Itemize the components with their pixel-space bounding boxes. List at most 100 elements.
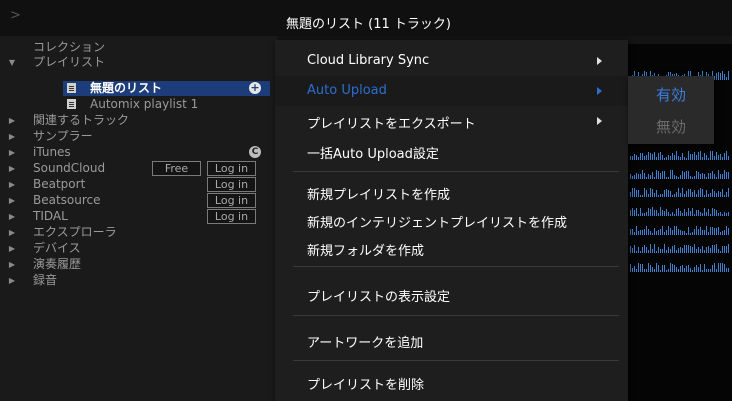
waveform-bar <box>646 226 647 235</box>
menu-item-cloud-library-sync[interactable]: Cloud Library Sync <box>275 46 628 76</box>
waveform-bar <box>696 194 697 197</box>
expand-arrow-icon[interactable] <box>7 129 17 144</box>
expand-arrow-icon[interactable] <box>7 241 17 256</box>
menu-item-new-intelligent-playlist[interactable]: 新規のインテリジェントプレイリストを作成 <box>275 205 628 235</box>
waveform-bar <box>716 152 717 160</box>
expand-arrow-icon[interactable] <box>7 161 17 176</box>
waveform-bar <box>684 209 685 216</box>
sidebar-item-untitled-list[interactable]: 無題のリスト + <box>63 81 270 96</box>
expand-arrow-icon[interactable] <box>7 145 17 160</box>
waveform-bar <box>708 194 709 197</box>
submenu-item-disabled[interactable]: 無効 <box>628 112 714 142</box>
menu-item-bulk-auto-upload[interactable]: 一括Auto Upload設定 <box>275 136 628 166</box>
sidebar-item-collection[interactable]: コレクション <box>0 40 278 55</box>
menu-item-auto-upload[interactable]: Auto Upload <box>275 76 628 106</box>
waveform-bar <box>728 244 729 253</box>
sidebar-item-devices[interactable]: デバイス <box>0 241 278 256</box>
waveform-bar <box>720 263 721 272</box>
submenu-item-enabled[interactable]: 有効 <box>628 80 714 110</box>
sidebar-item-related-tracks[interactable]: 関連するトラック <box>0 113 278 128</box>
free-button[interactable]: Free <box>152 161 201 176</box>
waveform-bar <box>646 177 647 179</box>
waveform-bar <box>716 269 717 272</box>
waveform-bar <box>714 209 715 216</box>
waveform <box>630 243 730 253</box>
waveform-bar <box>712 227 713 235</box>
waveform-bar <box>682 231 683 235</box>
waveform-bar <box>648 229 649 235</box>
sidebar-item-beatsource[interactable]: Beatsource Log in <box>0 193 278 208</box>
sidebar-item-sampler[interactable]: サンプラー <box>0 129 278 144</box>
login-button[interactable]: Log in <box>207 209 256 224</box>
menu-item-playlist-display-settings[interactable]: プレイリストの表示設定 <box>275 279 628 309</box>
menu-item-new-playlist[interactable]: 新規プレイリストを作成 <box>275 177 628 207</box>
menu-item-delete-playlist[interactable]: プレイリストを削除 <box>275 367 628 397</box>
waveform-bar <box>676 250 677 253</box>
waveform-bar <box>660 229 661 235</box>
waveform-bar <box>708 158 709 160</box>
expand-chevron-icon[interactable]: > <box>10 8 21 23</box>
waveform-bar <box>692 270 693 272</box>
sidebar-item-itunes[interactable]: iTunes C <box>0 145 278 160</box>
waveform-bar <box>658 171 659 179</box>
menu-item-label: 新規プレイリストを作成 <box>307 188 451 203</box>
waveform-bar <box>654 244 655 253</box>
sidebar-item-recording[interactable]: 録音 <box>0 273 278 288</box>
expand-arrow-icon[interactable] <box>7 209 17 224</box>
sidebar-item-automix-playlist[interactable]: Automix playlist 1 <box>0 97 278 112</box>
waveform-bar <box>678 248 679 253</box>
sidebar-item-soundcloud[interactable]: SoundCloud Free Log in <box>0 161 278 176</box>
waveform-bar <box>690 246 691 253</box>
sync-icon[interactable]: C <box>249 146 261 158</box>
add-icon[interactable]: + <box>249 82 261 94</box>
waveform-bar <box>680 230 681 235</box>
submenu-arrow-icon <box>597 87 602 95</box>
waveform-bar <box>714 228 715 235</box>
expand-arrow-icon[interactable] <box>7 225 17 240</box>
menu-item-add-artwork[interactable]: アートワークを追加 <box>275 325 628 355</box>
waveform-bar <box>702 173 703 179</box>
waveform-bar <box>634 188 635 197</box>
waveform-bar <box>632 156 633 160</box>
menu-item-label: 新規フォルダを作成 <box>307 244 425 259</box>
sidebar-item-playlists[interactable]: プレイリスト <box>0 55 278 70</box>
waveform-bar <box>722 71 723 80</box>
menu-item-new-folder[interactable]: 新規フォルダを作成 <box>275 233 628 263</box>
waveform-bar <box>670 170 671 179</box>
waveform-bar <box>682 188 683 197</box>
waveform-bar <box>652 207 653 216</box>
expand-arrow-icon[interactable] <box>7 273 17 288</box>
waveform-bar <box>678 269 679 272</box>
expand-arrow-icon[interactable] <box>7 257 17 272</box>
expand-arrow-icon[interactable] <box>7 55 17 70</box>
expand-arrow-icon[interactable] <box>7 113 17 128</box>
sidebar-item-history[interactable]: 演奏履歴 <box>0 257 278 272</box>
waveform-bar <box>644 213 645 216</box>
menu-item-export-playlist[interactable]: プレイリストをエクスポート <box>275 106 628 136</box>
waveform-bar <box>720 232 721 235</box>
sidebar-item-label: 無題のリスト <box>90 81 163 95</box>
waveform-bar <box>704 250 705 253</box>
sidebar-item-beatport[interactable]: Beatport Log in <box>0 177 278 192</box>
sidebar-item-explorer[interactable]: エクスプローラ <box>0 225 278 240</box>
waveform-bar <box>678 229 679 235</box>
waveform-bar <box>716 244 717 253</box>
waveform-bar <box>668 177 669 179</box>
login-button[interactable]: Log in <box>207 193 256 208</box>
waveform-bar <box>644 245 645 253</box>
submenu-arrow-icon <box>597 57 602 65</box>
waveform-bar <box>666 230 667 235</box>
playlist-icon <box>67 83 76 93</box>
waveform-bar <box>636 155 637 160</box>
sidebar-item-tidal[interactable]: TIDAL Log in <box>0 209 278 224</box>
waveform-bar <box>672 230 673 235</box>
waveform-bar <box>654 193 655 197</box>
waveform-bar <box>716 228 717 235</box>
login-button[interactable]: Log in <box>207 161 256 176</box>
login-button[interactable]: Log in <box>207 177 256 192</box>
expand-arrow-icon[interactable] <box>7 193 17 208</box>
waveform-bar <box>658 213 659 216</box>
expand-arrow-icon[interactable] <box>7 177 17 192</box>
waveform-bar <box>636 208 637 216</box>
waveform-bar <box>656 251 657 253</box>
